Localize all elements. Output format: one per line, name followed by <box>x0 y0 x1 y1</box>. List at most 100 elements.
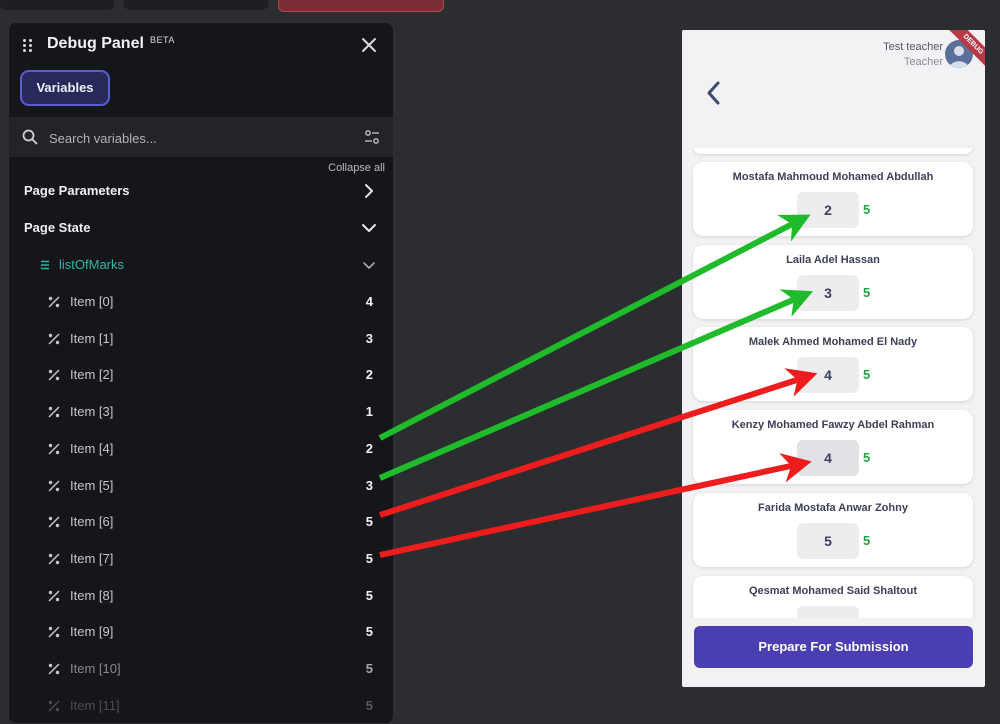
page-parameters-row[interactable]: Page Parameters <box>9 176 393 206</box>
page-state-row[interactable]: Page State <box>9 213 393 243</box>
student-card: Laila Adel Hassan 3 5 <box>693 244 973 319</box>
max-mark-label: 5 <box>863 367 871 383</box>
list-of-marks-label: listOfMarks <box>59 257 124 272</box>
mark-input[interactable]: 3 <box>797 274 859 311</box>
list-icon <box>41 260 49 270</box>
toolbar-tab-1[interactable] <box>0 0 114 10</box>
variable-item-row[interactable]: Item [2] 2 <box>9 360 393 390</box>
variable-item-label: Item [3] <box>70 404 114 420</box>
percent-icon <box>48 296 60 308</box>
mark-input[interactable]: 4 <box>797 357 859 394</box>
variable-item-label: Item [8] <box>70 587 114 603</box>
variable-item-value: 3 <box>365 477 373 493</box>
list-of-marks-row[interactable]: listOfMarks <box>9 250 393 280</box>
variable-item-value: 5 <box>365 624 373 640</box>
drag-handle-icon[interactable] <box>23 39 35 53</box>
max-mark-label: 5 <box>863 532 871 548</box>
variable-item-label: Item [5] <box>70 477 114 493</box>
percent-icon <box>48 516 60 528</box>
percent-icon <box>48 590 60 602</box>
student-card: Mostafa Mahmoud Mohamed Abdullah 2 5 <box>693 162 973 236</box>
variable-item-row[interactable]: Item [11] 5 <box>9 691 393 721</box>
mark-input[interactable] <box>797 605 859 618</box>
toolbar-tab-2[interactable] <box>124 0 268 10</box>
percent-icon <box>48 406 60 418</box>
variable-item-row[interactable]: Item [3] 1 <box>9 397 393 427</box>
percent-icon <box>48 369 60 381</box>
panel-header: Debug Panel BETA Variables <box>9 23 393 115</box>
collapse-all-link[interactable]: Collapse all <box>328 162 385 174</box>
app-header: Test teacher Teacher DEBUG <box>682 30 985 148</box>
max-mark-label: 5 <box>863 450 871 466</box>
user-name: Test teacher <box>883 41 943 53</box>
student-card: Kenzy Mohamed Fawzy Abdel Rahman 4 5 <box>693 410 973 485</box>
student-name: Laila Adel Hassan <box>786 253 880 266</box>
user-role: Teacher <box>903 56 943 68</box>
debug-panel: Debug Panel BETA Variables Collapse all … <box>8 22 394 724</box>
back-arrow-icon[interactable] <box>704 80 724 106</box>
variable-item-row[interactable]: Item [10] 5 <box>9 654 393 684</box>
variable-item-label: Item [7] <box>70 550 114 566</box>
search-input[interactable] <box>47 126 351 150</box>
top-toolbar <box>0 0 1000 12</box>
student-name: Farida Mostafa Anwar Zohny <box>758 501 908 514</box>
variable-item-row[interactable]: Item [7] 5 <box>9 544 393 574</box>
percent-icon <box>48 626 60 638</box>
variable-item-value: 4 <box>365 294 373 309</box>
percent-icon <box>48 700 60 712</box>
student-card: Qesmat Mohamed Said Shaltout <box>693 575 973 618</box>
chevron-right-icon <box>365 184 373 198</box>
variable-item-label: Item [2] <box>70 367 114 383</box>
percent-icon <box>48 663 60 675</box>
variable-item-label: Item [6] <box>70 514 114 530</box>
mark-input[interactable]: 4 <box>797 440 859 477</box>
student-list[interactable]: Mostafa Mahmoud Mohamed Abdullah 2 5 Laila … <box>682 148 985 618</box>
variable-item-label: Item [0] <box>70 294 114 309</box>
search-bar <box>9 117 393 157</box>
panel-title: Debug Panel <box>47 35 144 52</box>
variable-item-label: Item [9] <box>70 624 114 640</box>
chevron-down-icon <box>362 224 376 232</box>
student-name: Kenzy Mohamed Fawzy Abdel Rahman <box>731 419 935 432</box>
variable-item-value: 5 <box>365 550 373 566</box>
variable-item-row[interactable]: Item [5] 3 <box>9 471 393 501</box>
variable-item-row[interactable]: Item [4] 2 <box>9 434 393 464</box>
page-parameters-label: Page Parameters <box>24 183 130 198</box>
variable-item-value: 5 <box>365 661 373 676</box>
chevron-down-icon <box>363 262 375 269</box>
toolbar-tab-3[interactable] <box>278 0 444 12</box>
variable-item-label: Item [4] <box>70 440 114 456</box>
filter-settings-icon[interactable] <box>363 128 381 146</box>
close-icon[interactable] <box>359 35 379 55</box>
student-card <box>693 148 973 154</box>
variable-item-row[interactable]: Item [6] 5 <box>9 507 393 537</box>
variable-item-value: 5 <box>365 697 373 713</box>
student-name: Mostafa Mahmoud Mohamed Abdullah <box>732 171 934 183</box>
variable-item-row[interactable]: Item [1] 3 <box>9 324 393 354</box>
variable-item-label: Item [11] <box>70 697 120 713</box>
variable-item-row[interactable]: Item [8] 5 <box>9 581 393 611</box>
max-mark-label: 5 <box>863 202 871 217</box>
variable-item-value: 5 <box>365 514 373 530</box>
variable-item-row[interactable]: Item [0] 4 <box>9 287 393 317</box>
percent-icon <box>48 333 60 345</box>
tab-variables[interactable]: Variables <box>20 70 110 106</box>
variable-item-value: 3 <box>365 330 373 346</box>
variable-item-value: 5 <box>365 587 373 603</box>
student-card: Farida Mostafa Anwar Zohny 5 5 <box>693 492 973 567</box>
percent-icon <box>48 479 60 492</box>
mark-input[interactable]: 2 <box>797 192 859 228</box>
search-icon <box>22 129 38 145</box>
app-preview: Test teacher Teacher DEBUG Mostafa Mahmo… <box>682 30 985 687</box>
variable-item-value: 2 <box>365 367 373 383</box>
variable-item-label: Item [10] <box>70 661 121 676</box>
variable-item-value: 2 <box>365 440 373 456</box>
variable-item-row[interactable]: Item [9] 5 <box>9 617 393 647</box>
page-state-label: Page State <box>24 220 91 235</box>
max-mark-label: 5 <box>863 284 871 300</box>
percent-icon <box>48 553 60 565</box>
variable-item-label: Item [1] <box>70 330 114 346</box>
prepare-submission-button[interactable]: Prepare For Submission <box>694 626 973 668</box>
student-name: Malek Ahmed Mohamed El Nady <box>748 336 918 349</box>
mark-input[interactable]: 5 <box>797 522 859 559</box>
